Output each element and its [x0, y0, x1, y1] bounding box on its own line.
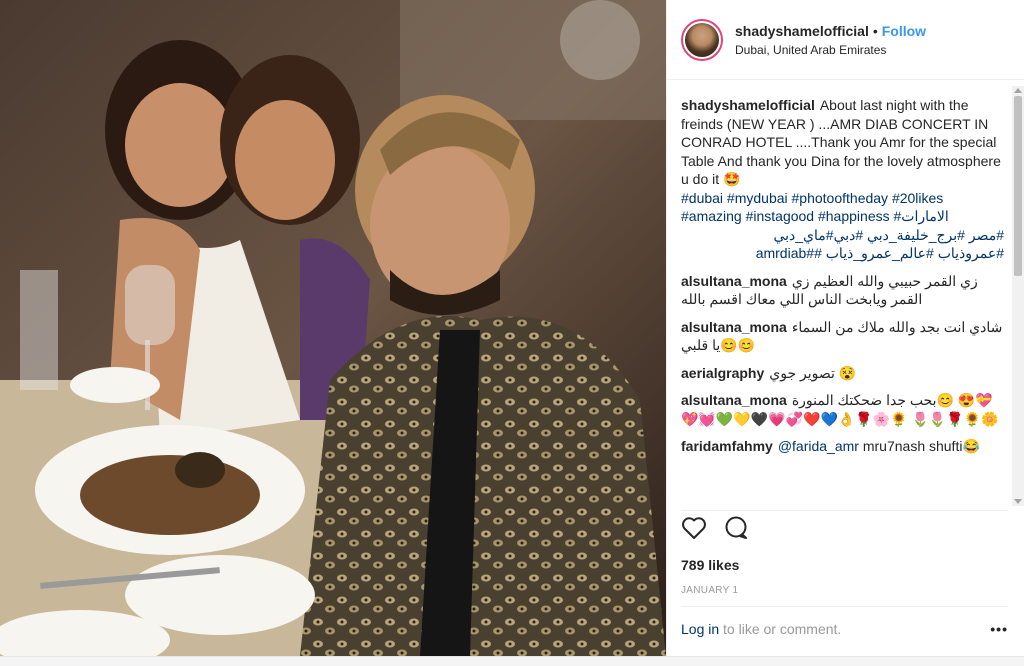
post-header: shadyshamelofficial • Follow Dubai, United… — [667, 0, 1024, 80]
login-link[interactable]: Log in — [681, 621, 719, 637]
comment-mention[interactable]: @farida_amr — [778, 438, 859, 454]
ellipsis-icon[interactable]: ••• — [990, 621, 1008, 637]
post-date: JANUARY 1 — [681, 585, 739, 596]
caption-hashtags-2[interactable]: #amazing #instagood #happiness #الامارات — [681, 208, 949, 224]
follow-button[interactable]: Follow — [882, 23, 926, 39]
scroll-up-arrow-icon[interactable] — [1014, 88, 1022, 93]
login-suffix: to like or comment. — [719, 621, 842, 637]
caption: shadyshamelofficial About last night with… — [681, 96, 1004, 263]
list-item: aerialgraphy تصوير جوي 😵 — [681, 364, 1004, 383]
location-link[interactable]: Dubai, United Arab Emirates — [735, 43, 926, 57]
list-item: alsultana_mona شادي انت بجد والله ملاك من… — [681, 318, 1004, 355]
list-item: faridamfahmy @farida_amr mru7nash shufti😂 — [681, 437, 1004, 456]
page-bottom — [0, 657, 1024, 666]
caption-hashtags-1[interactable]: #dubai #mydubai #photooftheday #20likes — [681, 190, 943, 206]
comments-list: shadyshamelofficial About last night with… — [681, 96, 1004, 496]
comment-username[interactable]: aerialgraphy — [681, 365, 764, 381]
likes-count[interactable]: 789 likes — [681, 557, 1008, 573]
login-bar: Log in to like or comment. ••• — [681, 606, 1008, 637]
comment-text: تصوير جوي 😵 — [769, 364, 857, 381]
caption-username[interactable]: shadyshamelofficial — [681, 97, 815, 113]
post-image — [0, 0, 666, 656]
comment-username[interactable]: alsultana_mona — [681, 319, 787, 335]
comment-bubble-icon[interactable] — [723, 516, 749, 545]
comments-scrollbar[interactable] — [1012, 86, 1024, 506]
scroll-thumb[interactable] — [1014, 96, 1022, 276]
post-actions: 789 likes JANUARY 1 — [681, 510, 1008, 596]
comment-username[interactable]: alsultana_mona — [681, 273, 787, 289]
header-username[interactable]: shadyshamelofficial — [735, 23, 869, 39]
comment-text: mru7nash shufti😂 — [862, 438, 980, 454]
header-separator: • — [872, 22, 878, 39]
list-item: alsultana_mona بحب جدا ضحكتك المنورة😊 😍💝💖… — [681, 391, 1004, 428]
caption-hashtags-3[interactable]: #مصر #برج_خليفة_دبي #دبي#ماي_دبي — [681, 226, 1004, 245]
scroll-down-arrow-icon[interactable] — [1014, 499, 1022, 504]
post-container: shadyshamelofficial • Follow Dubai, United… — [0, 0, 1024, 657]
comment-username[interactable]: alsultana_mona — [681, 392, 787, 408]
caption-hashtags-4[interactable]: #عمروذياب #عالم_عمرو_ذياب ##amrdiab — [681, 244, 1004, 263]
avatar[interactable] — [681, 18, 723, 61]
post-photo[interactable] — [0, 0, 666, 656]
heart-outline-icon[interactable] — [681, 516, 707, 545]
avatar-image — [685, 22, 719, 57]
comment-username[interactable]: faridamfahmy — [681, 438, 773, 454]
list-item: alsultana_mona زي القمر حبيبي والله العظي… — [681, 272, 1004, 309]
post-sidebar: shadyshamelofficial • Follow Dubai, United… — [666, 0, 1024, 656]
